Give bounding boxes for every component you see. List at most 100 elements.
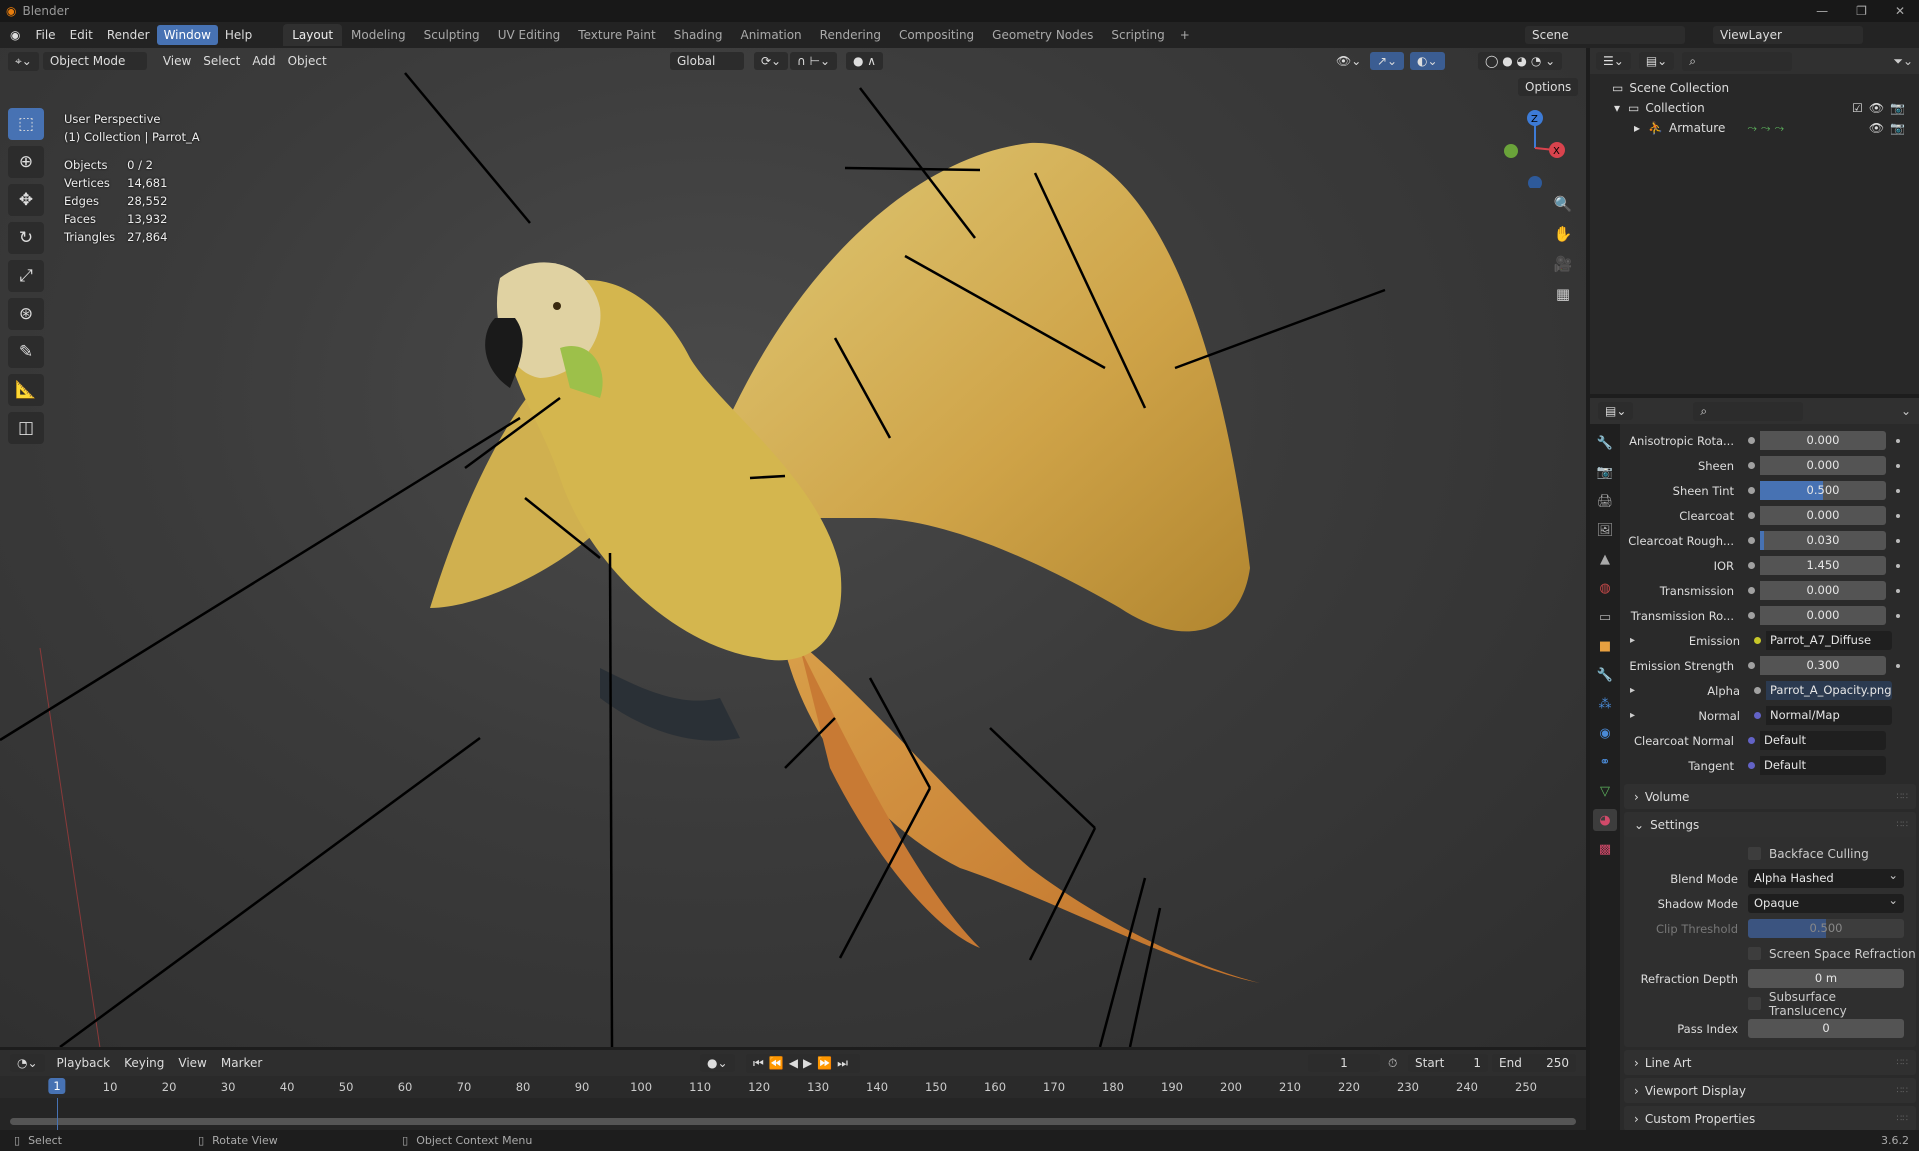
keyframe-dot-icon[interactable] xyxy=(1896,513,1900,518)
blend-mode-dropdown[interactable]: Alpha Hashed xyxy=(1748,866,1904,888)
tab-uv-editing[interactable]: UV Editing xyxy=(489,24,570,46)
property-value-field[interactable]: 0.000 xyxy=(1760,581,1886,600)
world-tab-icon[interactable]: ◍ xyxy=(1593,577,1617,599)
move-tool[interactable]: ✥ xyxy=(8,184,44,216)
viewport-menu-select[interactable]: Select xyxy=(197,52,246,70)
overlay-toggle[interactable]: ◐⌄ xyxy=(1410,52,1445,70)
panel-viewport-display[interactable]: › Viewport Display ∷∷ xyxy=(1624,1078,1916,1103)
keyframe-dot-icon[interactable] xyxy=(1896,563,1900,568)
modifier-tab-icon[interactable]: 🔧 xyxy=(1593,664,1617,686)
property-value-field[interactable]: 0.000 xyxy=(1760,431,1886,450)
property-value-field[interactable]: 1.450 xyxy=(1760,556,1886,575)
ortho-grid-icon[interactable]: ▦ xyxy=(1549,280,1577,308)
render-tab-icon[interactable]: 📷 xyxy=(1593,461,1617,483)
outliner-armature[interactable]: ▸ ⛹ Armature ⤳⤳⤳ 👁📷 xyxy=(1590,118,1919,138)
linked-input-field[interactable]: Normal/Map xyxy=(1766,706,1892,725)
timeline-menu-keying[interactable]: Keying xyxy=(118,1054,170,1072)
socket-icon[interactable] xyxy=(1742,431,1760,450)
object-tab-icon[interactable]: ■ xyxy=(1593,635,1617,657)
linked-input-field[interactable]: Default xyxy=(1760,756,1886,775)
visibility-toggles[interactable]: 👁📷 xyxy=(1869,121,1911,135)
preview-range-icon[interactable]: ⏱ xyxy=(1388,1056,1397,1071)
socket-icon[interactable] xyxy=(1742,581,1760,600)
annotate-tool[interactable]: ✎ xyxy=(8,336,44,368)
options-dropdown[interactable]: ⌄ xyxy=(1901,404,1911,418)
outliner-scene-collection[interactable]: ▭ Scene Collection xyxy=(1590,78,1919,98)
maximize-button[interactable]: ❐ xyxy=(1856,4,1867,18)
linked-input-field[interactable]: Parrot_A7_Diffuse xyxy=(1766,631,1892,650)
socket-icon[interactable] xyxy=(1742,756,1760,775)
properties-editor-type[interactable]: ▤⌄ xyxy=(1598,402,1634,420)
pass-index-field[interactable]: 0 xyxy=(1748,1019,1904,1038)
tab-rendering[interactable]: Rendering xyxy=(811,24,890,46)
pivot-selector[interactable]: ⟳⌄ xyxy=(754,52,789,70)
timeline-menu-marker[interactable]: Marker xyxy=(215,1054,268,1072)
property-value-field[interactable]: 0.030 xyxy=(1760,531,1886,550)
filter-icon[interactable]: ⏷⌄ xyxy=(1893,54,1913,69)
start-frame-field[interactable]: Start 1 xyxy=(1408,1054,1488,1072)
blender-menu-icon[interactable]: ◉ xyxy=(10,28,20,42)
socket-icon[interactable] xyxy=(1742,606,1760,625)
viewport-menu-add[interactable]: Add xyxy=(246,52,281,70)
menu-file[interactable]: File xyxy=(28,25,62,45)
physics-tab-icon[interactable]: ◉ xyxy=(1593,722,1617,744)
expand-arrow-icon[interactable]: ▾ xyxy=(1614,101,1620,115)
expand-arrow-icon[interactable]: ▸ xyxy=(1630,685,1646,696)
keyframe-dot-icon[interactable] xyxy=(1896,613,1900,618)
tab-layout[interactable]: Layout xyxy=(283,24,343,46)
keyframe-dot-icon[interactable] xyxy=(1896,663,1900,668)
add-workspace-button[interactable]: + xyxy=(1180,28,1190,42)
properties-search[interactable]: ⌕ xyxy=(1693,401,1804,421)
timeline-scrollbar[interactable] xyxy=(10,1118,1576,1125)
playback-controls[interactable]: ⏮⏪◀▶⏩⏭ xyxy=(746,1053,860,1073)
property-value-field[interactable]: 0.300 xyxy=(1760,656,1886,675)
select-box-tool[interactable]: ⬚ xyxy=(8,108,44,140)
orientation-selector[interactable]: Global xyxy=(670,52,744,70)
zoom-icon[interactable]: 🔍 xyxy=(1549,190,1577,218)
expand-arrow-icon[interactable]: ▸ xyxy=(1630,635,1646,646)
socket-icon[interactable] xyxy=(1742,481,1760,500)
tab-animation[interactable]: Animation xyxy=(731,24,810,46)
timeline-track-area[interactable] xyxy=(0,1098,1586,1130)
tab-texture-paint[interactable]: Texture Paint xyxy=(569,24,664,46)
viewport-menu-object[interactable]: Object xyxy=(282,52,333,70)
frame-ruler[interactable]: 1 10 20 30 40 50 60 70 80 90 100 110 120 130 140 150 160… xyxy=(0,1076,1586,1098)
scale-tool[interactable]: ⤢ xyxy=(8,260,44,292)
socket-icon[interactable] xyxy=(1748,706,1766,725)
settings-panel-header[interactable]: ⌄ Settings ∷∷ xyxy=(1624,812,1916,837)
refraction-depth-field[interactable]: 0 m xyxy=(1748,969,1904,988)
menu-help[interactable]: Help xyxy=(218,25,259,45)
keyframe-dot-icon[interactable] xyxy=(1896,538,1900,543)
backface-culling-checkbox[interactable]: Backface Culling xyxy=(1624,841,1916,866)
camera-view-icon[interactable]: 🎥 xyxy=(1549,250,1577,278)
subsurface-translucency-checkbox[interactable]: Subsurface Translucency xyxy=(1624,990,1916,1018)
property-value-field[interactable]: 0.000 xyxy=(1760,456,1886,475)
menu-window[interactable]: Window xyxy=(156,25,218,45)
tab-scripting[interactable]: Scripting xyxy=(1102,24,1173,46)
outliner-search[interactable]: ⌕ xyxy=(1682,51,1793,71)
socket-icon[interactable] xyxy=(1748,681,1766,700)
add-cube-tool[interactable]: ◫ xyxy=(8,412,44,444)
clip-threshold-slider[interactable]: 0.500 xyxy=(1748,919,1904,938)
particles-tab-icon[interactable]: ⁂ xyxy=(1593,693,1617,715)
texture-tab-icon[interactable]: ▩ xyxy=(1593,838,1617,860)
keyframe-dot-icon[interactable] xyxy=(1896,463,1900,468)
socket-icon[interactable] xyxy=(1742,506,1760,525)
material-tab-icon[interactable]: ◕ xyxy=(1593,809,1617,831)
screen-space-refraction-checkbox[interactable]: Screen Space Refraction xyxy=(1624,941,1916,966)
pan-hand-icon[interactable]: ✋ xyxy=(1549,220,1577,248)
shadow-mode-dropdown[interactable]: Opaque xyxy=(1748,891,1904,913)
3d-viewport[interactable]: ⌖⌄ Object Mode View Select Add Object Globa… xyxy=(0,48,1586,1047)
outliner-editor-type[interactable]: ☰⌄ xyxy=(1596,52,1631,70)
timeline-menu-view[interactable]: View xyxy=(172,1054,212,1072)
socket-icon[interactable] xyxy=(1742,456,1760,475)
viewport-menu-view[interactable]: View xyxy=(157,52,197,70)
tool-tab-icon[interactable]: 🔧 xyxy=(1593,432,1617,454)
current-frame-field[interactable]: 1 xyxy=(1308,1054,1380,1072)
scene-selector[interactable]: Scene xyxy=(1525,26,1685,44)
viewlayer-selector[interactable]: ViewLayer xyxy=(1713,26,1863,44)
timeline-menu-playback[interactable]: Playback xyxy=(51,1054,117,1072)
tab-compositing[interactable]: Compositing xyxy=(890,24,983,46)
expand-arrow-icon[interactable]: ▸ xyxy=(1630,710,1646,721)
timeline-editor-type[interactable]: ◔⌄ xyxy=(10,1054,45,1072)
